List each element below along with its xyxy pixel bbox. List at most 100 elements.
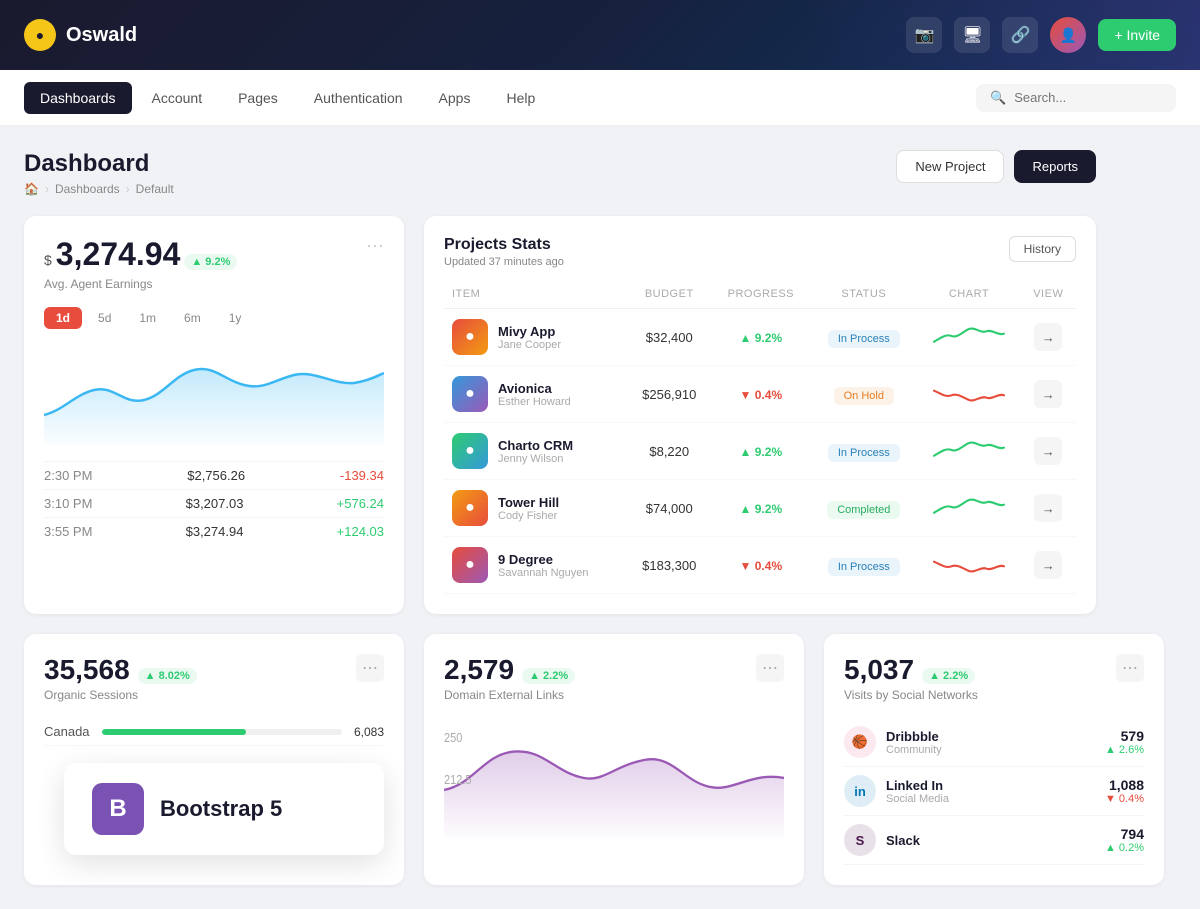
- status-badge-2: In Process: [828, 444, 900, 462]
- view-arrow-3[interactable]: →: [1034, 494, 1062, 522]
- status-badge-3: Completed: [827, 501, 900, 519]
- social-badge: ▲ 2.2%: [922, 668, 975, 684]
- social-item: S Slack 794 ▲ 0.2%: [844, 816, 1144, 865]
- organic-label: Organic Sessions: [44, 688, 197, 702]
- project-progress-2: ▲ 9.2%: [711, 423, 810, 480]
- share-icon-btn[interactable]: 🔗: [1002, 17, 1038, 53]
- earnings-amount: $ 3,274.94 ▲ 9.2%: [44, 236, 237, 273]
- monitor-icon-btn[interactable]: 🖥: [954, 17, 990, 53]
- project-status-1: On Hold: [810, 366, 917, 423]
- project-budget-3: $74,000: [627, 480, 711, 537]
- project-chart-3: [917, 480, 1020, 537]
- change-3: +124.03: [337, 524, 384, 539]
- domain-chart: 250 212.5: [444, 718, 784, 838]
- main-content: Dashboard 🏠 › Dashboards › Default New P…: [0, 126, 1120, 909]
- time-filter-1m[interactable]: 1m: [127, 307, 168, 329]
- earnings-card: $ 3,274.94 ▲ 9.2% Avg. Agent Earnings ⋯ …: [24, 216, 404, 614]
- time-3: 3:55 PM: [44, 524, 92, 539]
- time-filter-6m[interactable]: 6m: [172, 307, 213, 329]
- search-icon: 🔍: [990, 90, 1006, 106]
- project-view-btn-4[interactable]: →: [1021, 537, 1076, 594]
- project-view-btn-3[interactable]: →: [1021, 480, 1076, 537]
- project-view-btn-0[interactable]: →: [1021, 309, 1076, 366]
- view-arrow-0[interactable]: →: [1034, 323, 1062, 351]
- project-icon-3: ●: [452, 490, 488, 526]
- nav-item-pages[interactable]: Pages: [222, 82, 294, 114]
- project-person-0: Jane Cooper: [498, 339, 561, 351]
- project-progress-3: ▲ 9.2%: [711, 480, 810, 537]
- social-change-0: ▲ 2.6%: [1105, 744, 1144, 756]
- time-filter-1d[interactable]: 1d: [44, 307, 82, 329]
- project-status-4: In Process: [810, 537, 917, 594]
- search-input[interactable]: [1014, 90, 1162, 105]
- time-filter-1y[interactable]: 1y: [217, 307, 254, 329]
- organic-card: 35,568 ▲ 8.02% Organic Sessions ⋯ Canada…: [24, 634, 404, 885]
- history-button[interactable]: History: [1009, 236, 1076, 262]
- view-arrow-2[interactable]: →: [1034, 437, 1062, 465]
- invite-button[interactable]: + Invite: [1098, 19, 1176, 51]
- page-header: Dashboard 🏠 › Dashboards › Default New P…: [24, 150, 1096, 196]
- table-row: ● Charto CRM Jenny Wilson $8,220 ▲ 9.2% …: [444, 423, 1076, 480]
- new-project-button[interactable]: New Project: [896, 150, 1004, 183]
- nav-item-authentication[interactable]: Authentication: [298, 82, 419, 114]
- project-view-btn-2[interactable]: →: [1021, 423, 1076, 480]
- secondary-nav: Dashboards Account Pages Authentication …: [0, 70, 1200, 126]
- change-2: +576.24: [337, 496, 384, 511]
- nav-item-dashboards[interactable]: Dashboards: [24, 82, 132, 114]
- camera-icon-btn[interactable]: 📷: [906, 17, 942, 53]
- map-row-canada: Canada 6,083: [44, 718, 384, 746]
- project-progress-0: ▲ 9.2%: [711, 309, 810, 366]
- table-row: ● Mivy App Jane Cooper $32,400 ▲ 9.2% In…: [444, 309, 1076, 366]
- project-person-1: Esther Howard: [498, 396, 571, 408]
- time-filter-5d[interactable]: 5d: [86, 307, 123, 329]
- page-title-area: Dashboard 🏠 › Dashboards › Default: [24, 150, 174, 196]
- svg-text:250: 250: [444, 730, 463, 745]
- projects-card-header: Projects Stats Updated 37 minutes ago Hi…: [444, 236, 1076, 268]
- domain-header: 2,579 ▲ 2.2% Domain External Links ⋯: [444, 654, 784, 702]
- earnings-more-icon[interactable]: ⋯: [366, 236, 384, 257]
- view-arrow-1[interactable]: →: [1034, 380, 1062, 408]
- nav-item-help[interactable]: Help: [490, 82, 551, 114]
- col-status: STATUS: [810, 284, 917, 309]
- projects-table: ITEM BUDGET PROGRESS STATUS CHART VIEW ●…: [444, 284, 1076, 594]
- earnings-chart: [44, 345, 384, 445]
- col-view: VIEW: [1021, 284, 1076, 309]
- table-row: ● Avionica Esther Howard $256,910 ▼ 0.4%…: [444, 366, 1076, 423]
- bottom-cards: 35,568 ▲ 8.02% Organic Sessions ⋯ Canada…: [24, 634, 1096, 885]
- project-item-cell-1: ● Avionica Esther Howard: [444, 366, 627, 423]
- earnings-value: 3,274.94: [56, 236, 181, 273]
- domain-card: 2,579 ▲ 2.2% Domain External Links ⋯: [424, 634, 804, 885]
- project-chart-2: [917, 423, 1020, 480]
- project-view-btn-1[interactable]: →: [1021, 366, 1076, 423]
- logo-area: ● Oswald: [24, 19, 137, 51]
- social-label: Visits by Social Networks: [844, 688, 978, 702]
- col-item: ITEM: [444, 284, 627, 309]
- organic-badge: ▲ 8.02%: [138, 668, 197, 684]
- view-arrow-4[interactable]: →: [1034, 551, 1062, 579]
- social-more-icon[interactable]: ⋯: [1116, 654, 1144, 682]
- breadcrumb-dashboards: Dashboards: [55, 182, 120, 196]
- page-title: Dashboard: [24, 150, 174, 178]
- project-person-2: Jenny Wilson: [498, 453, 573, 465]
- project-status-0: In Process: [810, 309, 917, 366]
- social-name-2: Slack: [886, 833, 920, 848]
- social-count-0: 579: [1105, 728, 1144, 744]
- project-status-2: In Process: [810, 423, 917, 480]
- project-item-cell-2: ● Charto CRM Jenny Wilson: [444, 423, 627, 480]
- nav-item-apps[interactable]: Apps: [423, 82, 487, 114]
- domain-more-icon[interactable]: ⋯: [756, 654, 784, 682]
- organic-more-icon[interactable]: ⋯: [356, 654, 384, 682]
- nav-item-account[interactable]: Account: [136, 82, 219, 114]
- social-value: 5,037: [844, 654, 914, 686]
- breadcrumb: 🏠 › Dashboards › Default: [24, 182, 174, 196]
- social-icon-2: S: [844, 824, 876, 856]
- domain-badge: ▲ 2.2%: [522, 668, 575, 684]
- logo-text: Oswald: [66, 24, 137, 47]
- project-budget-0: $32,400: [627, 309, 711, 366]
- reports-button[interactable]: Reports: [1014, 150, 1096, 183]
- avatar[interactable]: 👤: [1050, 17, 1086, 53]
- earnings-badge: ▲ 9.2%: [184, 254, 237, 270]
- social-card: 5,037 ▲ 2.2% Visits by Social Networks ⋯…: [824, 634, 1164, 885]
- earnings-row-2: 3:10 PM $3,207.03 +576.24: [44, 489, 384, 517]
- project-chart-0: [917, 309, 1020, 366]
